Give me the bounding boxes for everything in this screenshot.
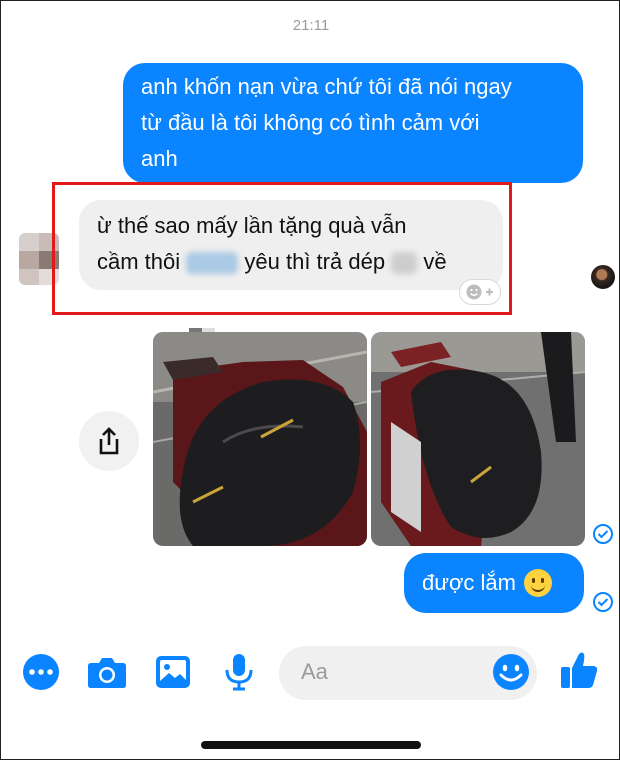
more-icon [23,654,59,690]
smiley-emoji-icon [523,569,552,597]
motorbike-seat-photo-icon [153,332,367,546]
gallery-icon [156,656,190,688]
share-button[interactable] [79,411,139,471]
outgoing-message[interactable]: anh khốn nạn vừa chứ tôi đã nói ngay từ … [123,63,583,183]
highlight-box [52,182,512,315]
seen-check-icon [593,592,613,612]
emoji-icon [493,654,529,690]
gallery-button[interactable] [153,652,193,692]
message-timestamp: 21:11 [292,17,330,34]
more-button[interactable] [21,652,61,692]
share-icon [99,427,119,455]
seen-check-icon [593,524,613,544]
add-reaction-button[interactable] [459,279,501,305]
photo-attachment[interactable] [371,332,585,546]
motorbike-seat-photo-icon [371,332,585,546]
like-button[interactable] [559,650,599,690]
photo-attachment[interactable] [153,332,367,546]
add-reaction-icon [466,284,493,300]
microphone-button[interactable] [219,652,259,692]
camera-button[interactable] [87,652,127,692]
message-line: anh khốn nạn vừa chứ tôi đã nói ngay [141,74,512,99]
message-line: anh [141,146,178,171]
microphone-icon [225,654,253,691]
emoji-button[interactable] [491,652,531,692]
message-text: được lắm [422,570,516,595]
like-icon [561,652,598,688]
home-indicator[interactable] [201,741,421,749]
message-input-placeholder: Aa [301,659,328,684]
message-line: từ đầu là tôi không có tình cảm với [141,110,480,135]
seen-avatar [591,265,615,289]
camera-icon [88,658,126,688]
outgoing-message[interactable]: được lắm [404,553,584,613]
